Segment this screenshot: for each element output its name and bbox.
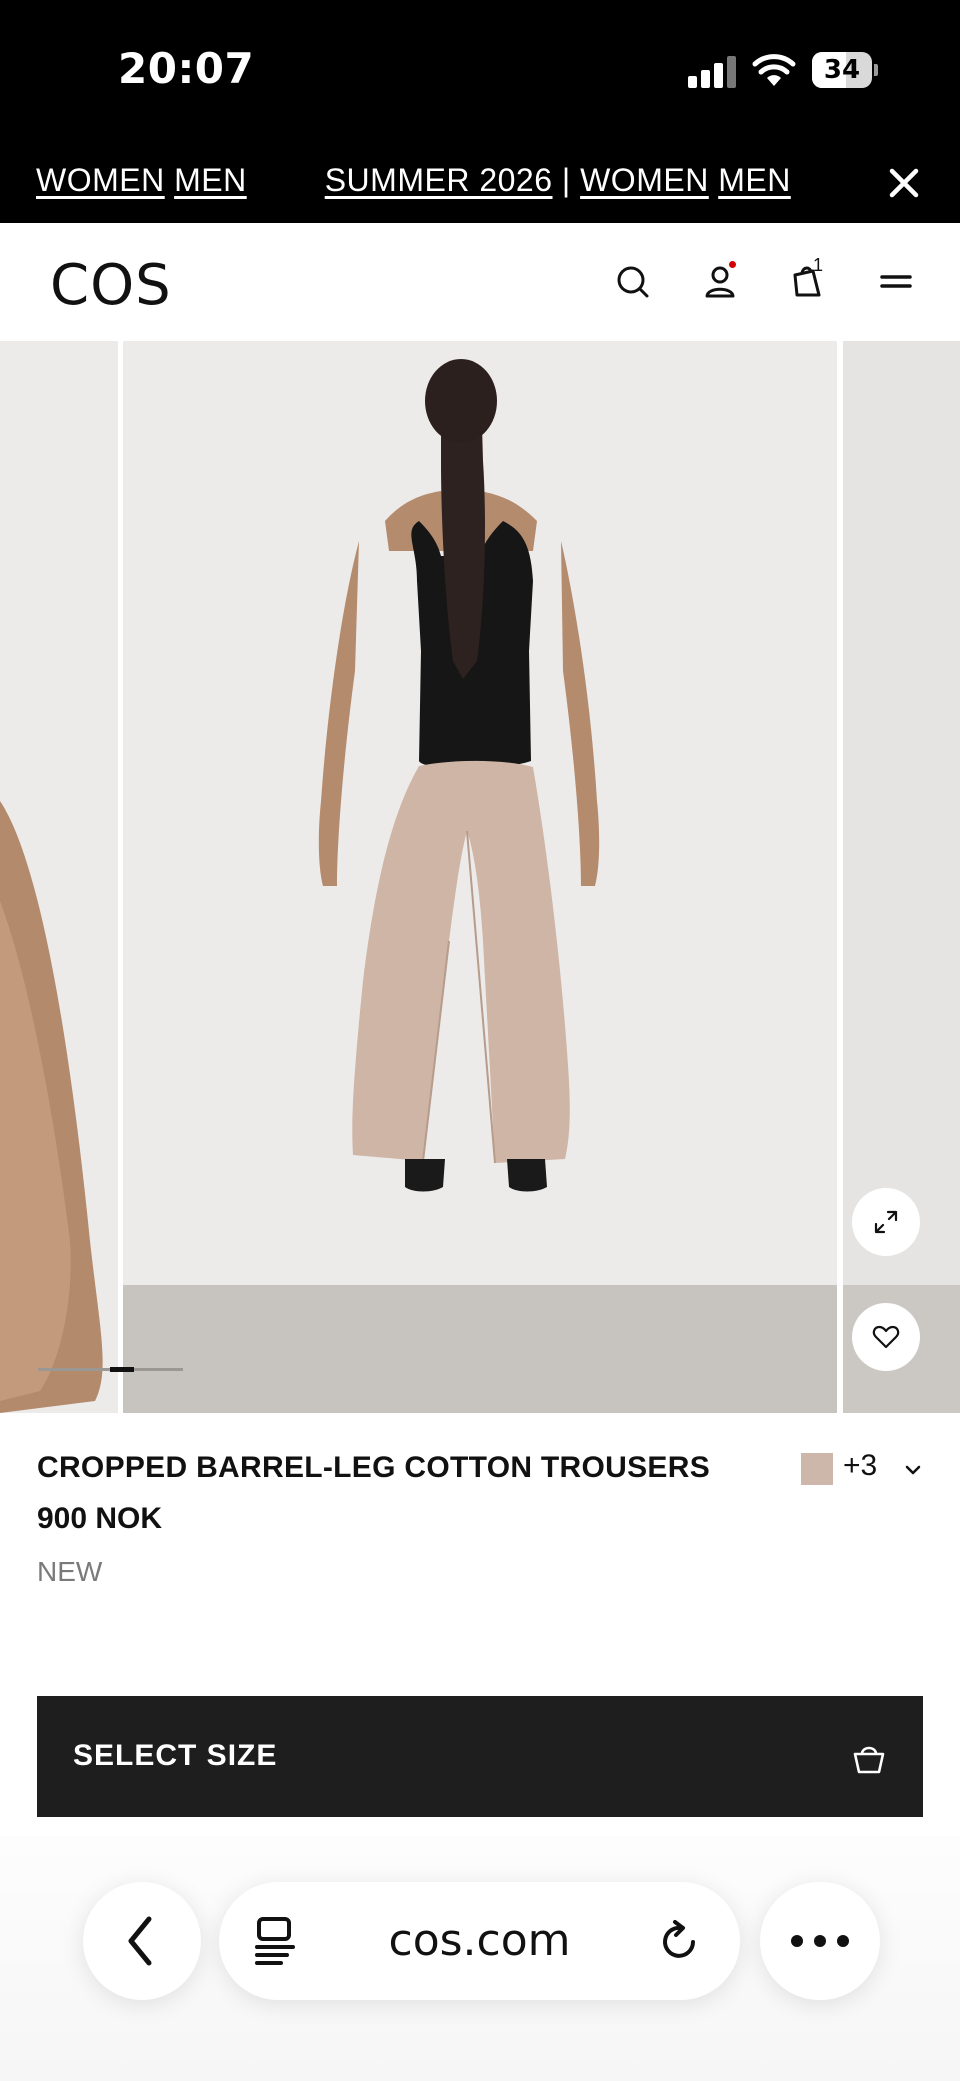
close-icon [889, 168, 919, 198]
promo-link-men[interactable]: MEN [174, 162, 247, 198]
product-badge: NEW [37, 1556, 103, 1587]
gallery-slide-previous[interactable] [0, 341, 118, 1413]
select-size-button[interactable]: SELECT SIZE [37, 1696, 923, 1817]
menu-icon [880, 275, 912, 288]
promo-banner: WOMEN MEN SUMMER 2026 | WOMEN MEN [0, 145, 960, 223]
notification-dot [729, 261, 736, 268]
battery-icon: 34 [812, 52, 878, 88]
product-gallery[interactable] [0, 341, 960, 1413]
cos-logo[interactable]: COS [50, 253, 172, 318]
browser-back-button[interactable] [83, 1882, 201, 2000]
search-button[interactable] [608, 257, 658, 307]
gallery-pagination [38, 1367, 183, 1372]
reload-icon[interactable] [655, 1916, 705, 1966]
promo-link-women-2[interactable]: WOMEN [580, 162, 709, 198]
promo-link-women[interactable]: WOMEN [36, 162, 165, 198]
select-size-label: SELECT SIZE [73, 1739, 278, 1772]
product-price: 900 NOK [37, 1502, 163, 1535]
bag-count: 1 [813, 255, 824, 275]
browser-toolbar: cos.com [0, 1836, 960, 2081]
expand-image-button[interactable] [852, 1188, 920, 1256]
account-button[interactable] [695, 257, 745, 307]
site-header: COS 1 [0, 223, 960, 341]
color-swatch[interactable] [801, 1453, 833, 1485]
cellular-signal-icon [688, 56, 738, 88]
user-icon [705, 266, 735, 298]
close-banner-button[interactable] [884, 163, 924, 203]
chevron-left-icon [128, 1916, 152, 1966]
browser-more-button[interactable] [760, 1882, 880, 2000]
promo-separator: | [561, 162, 571, 198]
bag-button[interactable]: 1 [783, 255, 833, 307]
product-image-arm [0, 801, 103, 1413]
battery-level: 34 [823, 55, 861, 85]
product-title: CROPPED BARREL-LEG COTTON TROUSERS [37, 1451, 711, 1484]
promo-link-summer[interactable]: SUMMER 2026 [325, 162, 553, 198]
search-icon [617, 266, 649, 298]
status-bar: 20:07 34 [0, 0, 960, 145]
favorite-button[interactable] [852, 1303, 920, 1371]
menu-button[interactable] [871, 257, 921, 307]
browser-address-bar[interactable]: cos.com [219, 1882, 740, 2000]
product-image-model [318, 359, 600, 1192]
gallery-slide-main[interactable] [123, 341, 837, 1413]
gallery-pagination-active [110, 1367, 134, 1372]
status-time: 20:07 [118, 44, 255, 93]
heart-icon [872, 1325, 900, 1349]
more-colors-count[interactable]: +3 [843, 1449, 877, 1483]
promo-marquee: WOMEN MEN SUMMER 2026 | WOMEN MEN [36, 162, 791, 199]
more-options-icon [791, 1935, 849, 1947]
promo-link-men-2[interactable]: MEN [718, 162, 791, 198]
basket-icon [853, 1746, 885, 1774]
wifi-icon [752, 52, 796, 88]
expand-icon [874, 1210, 898, 1234]
shopping-bag-icon [793, 266, 821, 297]
chevron-down-icon[interactable] [902, 1459, 924, 1481]
